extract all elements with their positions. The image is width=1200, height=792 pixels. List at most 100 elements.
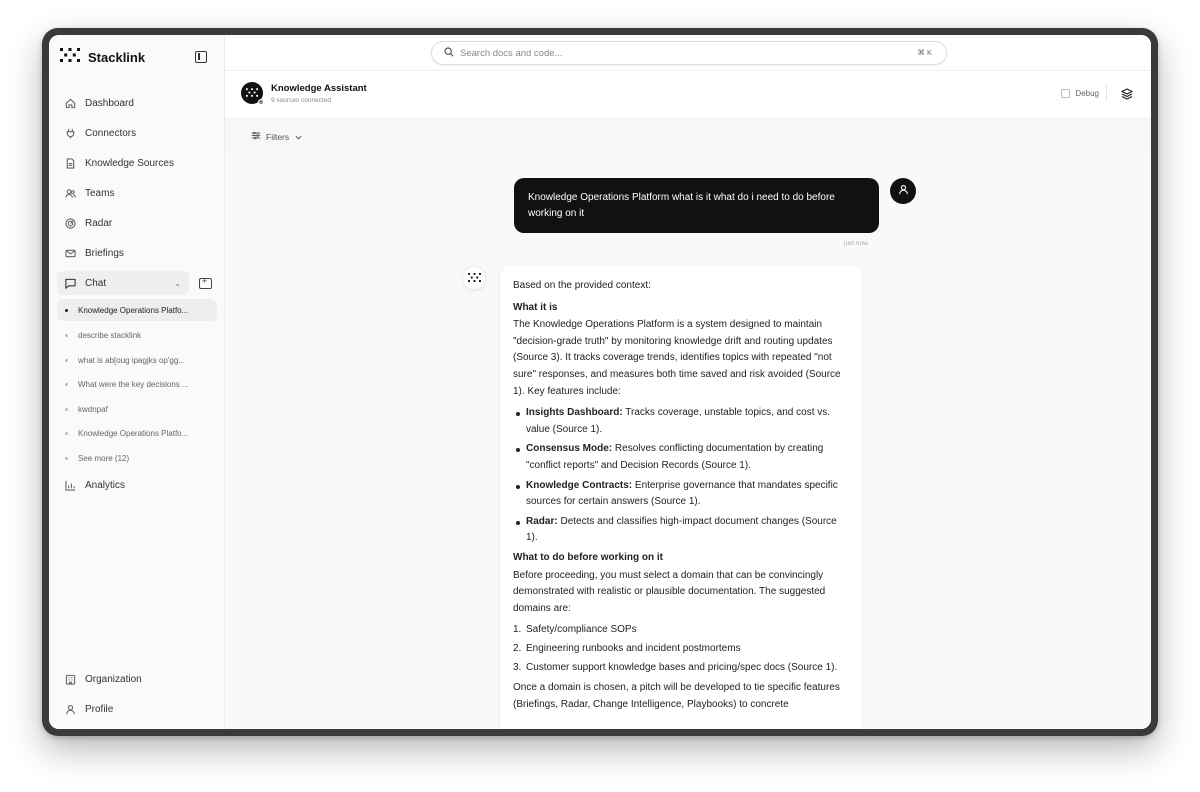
conversation: Knowledge Operations Platform what is it… [225, 155, 1151, 729]
sidebar-item-analytics[interactable]: Analytics [57, 473, 217, 497]
dot-icon [65, 358, 68, 362]
radar-icon [65, 217, 76, 229]
agent-name: Knowledge Assistant [271, 83, 367, 94]
header-divider [1106, 85, 1107, 101]
active-dot-icon [65, 308, 68, 312]
list-number: 1. [513, 624, 522, 636]
sidebar-collapse-icon[interactable] [195, 51, 207, 63]
sidebar-item-label: Teams [85, 187, 115, 199]
sidebar-item-label: Dashboard [85, 97, 134, 109]
mail-icon [65, 248, 76, 259]
sidebar-item-radar[interactable]: Radar [57, 211, 217, 235]
reply-paragraph: Once a domain is chosen, a pitch will be… [513, 682, 840, 710]
domain-text: Safety/compliance SOPs [526, 624, 637, 636]
feature-item: Consensus Mode: Resolves conflicting doc… [513, 441, 849, 474]
bar-chart-icon [65, 480, 76, 491]
search-bar[interactable]: ⌘ K [431, 41, 947, 65]
feature-name: Radar: [526, 515, 558, 527]
debug-checkbox[interactable] [1061, 89, 1071, 98]
chat-thread-item[interactable]: Knowledge Operations Platfo... [57, 299, 217, 321]
search-icon [444, 44, 454, 62]
search-shortcut: ⌘ K [917, 48, 932, 57]
chat-thread-item[interactable]: what is ab[oug ipagjks op'gg... [57, 350, 217, 370]
chat-thread-item[interactable]: kwdnpaf [57, 399, 217, 419]
brand[interactable]: Stacklink [60, 48, 145, 67]
filters-label: Filters [266, 131, 290, 142]
chat-thread-title: What were the key decisions ... [78, 380, 189, 390]
chat-row: Chat ⌄ [57, 271, 217, 299]
agent-status: 9 sources connected [271, 97, 331, 104]
message-timestamp: just now [844, 240, 868, 247]
sidebar-item-connectors[interactable]: Connectors [57, 121, 217, 145]
sidebar-item-label: Chat [85, 277, 107, 289]
feature-name: Consensus Mode: [526, 443, 613, 455]
feature-name: Insights Dashboard: [526, 407, 623, 419]
chat-thread-item[interactable]: describe stacklink [57, 326, 217, 346]
user-avatar [890, 178, 916, 204]
building-icon [65, 674, 76, 685]
feature-list: Insights Dashboard: Tracks coverage, uns… [513, 405, 849, 547]
new-chat-icon[interactable] [199, 276, 212, 289]
chat-thread-title: Knowledge Operations Platfo... [78, 429, 189, 439]
reply-intro: Based on the provided context: [513, 280, 651, 291]
dot-icon [65, 457, 68, 461]
chat-thread-title: kwdnpaf [78, 404, 108, 414]
chat-thread-item[interactable]: Knowledge Operations Platfo... [57, 424, 217, 444]
sidebar-item-briefings[interactable]: Briefings [57, 241, 217, 265]
chat-thread-title: describe stacklink [78, 331, 142, 341]
chat-thread-title: what is ab[oug ipagjks op'gg... [78, 355, 185, 365]
sidebar-item-label: Knowledge Sources [85, 157, 174, 169]
sidebar-item-label: Radar [85, 217, 113, 229]
feature-item: Knowledge Contracts: Enterprise governan… [513, 478, 849, 511]
domain-text: Engineering runbooks and incident postmo… [526, 643, 741, 655]
reply-paragraph: The Knowledge Operations Platform is a s… [513, 319, 841, 397]
user-icon [898, 182, 909, 200]
sidebar-item-chat[interactable]: Chat ⌄ [57, 271, 189, 295]
status-indicator [258, 99, 264, 105]
feature-name: Knowledge Contracts: [526, 479, 633, 491]
filters-button[interactable]: Filters [251, 131, 302, 142]
agent-avatar [241, 82, 264, 105]
dot-icon [65, 407, 68, 411]
domain-list: 1. Safety/compliance SOPs 2. Engineering r… [513, 622, 849, 677]
sidebar-item-organization[interactable]: Organization [57, 667, 217, 691]
domain-item: 2. Engineering runbooks and incident post… [513, 641, 849, 658]
plug-icon [65, 128, 76, 139]
debug-label: Debug [1075, 89, 1099, 98]
document-icon [65, 157, 76, 169]
chat-thread-item[interactable]: What were the key decisions ... [57, 375, 217, 395]
sidebar-item-dashboard[interactable]: Dashboard [57, 91, 217, 115]
domain-item: 3. Customer support knowledge bases and p… [513, 660, 849, 677]
top-bar: ⌘ K [225, 35, 1151, 71]
dot-icon [65, 334, 68, 338]
main-panel: ⌘ K Knowledge Assistant 9 sources connec… [225, 35, 1151, 729]
user-message: Knowledge Operations Platform what is it… [514, 178, 879, 233]
chat-thread-list: Knowledge Operations Platfo... describe … [57, 299, 217, 469]
feature-item: Insights Dashboard: Tracks coverage, uns… [513, 405, 849, 438]
chat-header: Knowledge Assistant 9 sources connected … [225, 71, 1151, 117]
chevron-down-icon[interactable]: ⌄ [174, 279, 181, 288]
app-window: Stacklink Dashboard Connectors Knowledge… [49, 35, 1151, 729]
users-icon [65, 188, 76, 199]
see-more-label: See more (12) [78, 454, 130, 464]
agent-logo-icon [246, 84, 258, 102]
sidebar-item-knowledge-sources[interactable]: Knowledge Sources [57, 151, 217, 175]
sidebar-item-label: Briefings [85, 247, 124, 259]
feature-item: Radar: Detects and classifies high-impac… [513, 514, 849, 547]
stacklink-logo-icon [60, 48, 80, 67]
assistant-message: Based on the provided context: What it i… [500, 266, 862, 729]
sliders-icon [251, 131, 261, 142]
domain-text: Customer support knowledge bases and pri… [526, 662, 838, 674]
sidebar-bottom: Organization Profile [57, 667, 217, 727]
list-number: 2. [513, 643, 522, 655]
domain-item: 1. Safety/compliance SOPs [513, 622, 849, 639]
dot-icon [65, 383, 68, 387]
debug-toggle[interactable]: Debug [1061, 89, 1099, 98]
layers-icon[interactable] [1120, 87, 1134, 105]
see-more-link[interactable]: See more (12) [57, 449, 217, 469]
sidebar-item-teams[interactable]: Teams [57, 181, 217, 205]
sidebar-item-profile[interactable]: Profile [57, 697, 217, 721]
device-frame: Stacklink Dashboard Connectors Knowledge… [42, 28, 1158, 736]
search-input[interactable] [460, 47, 880, 59]
sidebar: Stacklink Dashboard Connectors Knowledge… [49, 35, 225, 729]
